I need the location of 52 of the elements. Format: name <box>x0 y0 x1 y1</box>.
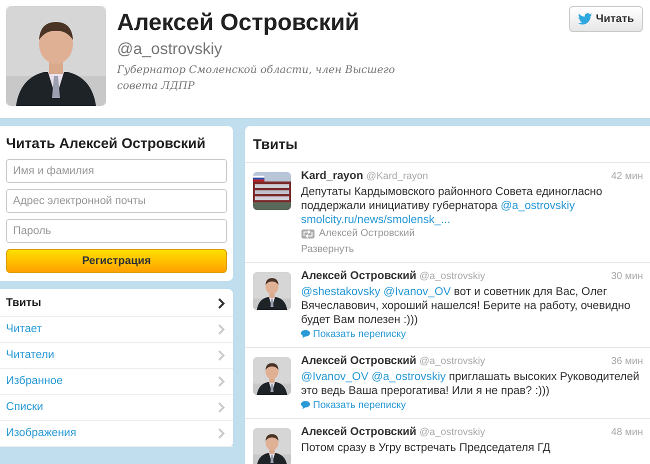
expand-link[interactable]: Развернуть <box>301 243 354 256</box>
nav-item[interactable]: Списки <box>0 395 233 421</box>
retweet-icon <box>301 229 315 239</box>
tweet-time: 48 мин <box>611 426 643 440</box>
nav-item[interactable]: Твиты <box>0 291 233 317</box>
author-handle: @a_ostrovskiy <box>419 355 486 369</box>
profile-bio: Губернатор Смоленской области, член Высшего совета ЛДПР <box>117 63 396 94</box>
follow-button[interactable]: Читать <box>568 6 643 32</box>
author-name: Алексей Островский <box>301 425 416 439</box>
tweet-time: 42 мин <box>611 170 643 184</box>
author-handle: @Kard_rayon <box>366 170 428 184</box>
tweet-link[interactable]: @shestakovsky <box>301 286 380 298</box>
nav-item[interactable]: Изображения <box>0 421 233 447</box>
tweet-link[interactable]: @Ivanov_OV <box>383 286 451 298</box>
profile-handle: @a_ostrovskiy <box>117 41 224 59</box>
author-name: Алексей Островский <box>301 354 416 368</box>
conversation-link[interactable]: Показать переписку <box>301 328 406 340</box>
chevron-icon <box>218 298 225 309</box>
profile-name: Алексей Островский <box>117 8 360 36</box>
input-field[interactable]: Адрес электронной почты <box>6 189 227 213</box>
conversation-link[interactable]: Показать переписку <box>301 398 406 412</box>
author-handle: @a_ostrovskiy <box>419 270 486 284</box>
nav-item[interactable]: Избранное <box>0 369 233 395</box>
speech-bubble-icon <box>301 401 310 409</box>
tweet-time: 30 мин <box>611 270 643 284</box>
tweet-text: @shestakovsky @Ivanov_OV вот и советник для Вас, Олег Вячеславович, хороший нашелся! Берите на работу, очевидно будет Вам полезен :))) <box>301 285 632 327</box>
author-name: Алексей Островский <box>301 269 416 283</box>
tweet-time: 36 мин <box>611 355 643 369</box>
tweet-link[interactable]: @a_ostrovskiy <box>372 371 446 383</box>
speech-bubble-icon <box>301 330 310 338</box>
input-field[interactable]: Имя и фамилия <box>6 159 227 183</box>
timeline-title: Твиты <box>245 126 650 163</box>
input-field[interactable]: Пароль <box>6 219 227 243</box>
retweeted-by: Алексей Островский <box>319 227 415 241</box>
register-button[interactable]: Регистрация <box>6 249 227 273</box>
tweet-link[interactable]: @a_ostrovskiy <box>500 200 575 212</box>
tweet-text: Потом сразу в Угру встречать Председателя ГД <box>301 441 552 455</box>
author-name: Kard_rayon <box>301 169 364 183</box>
bird-icon <box>578 13 592 25</box>
chevron-icon <box>218 402 225 413</box>
tweet-text: @Ivanov_OV @a_ostrovskiy приглашать высоких Руководителей это ведь Ваша прерогатива! Или я не прав? :))) <box>301 370 640 398</box>
tweet-text: Депутаты Кардымовского районного Совета единогласно поддержали инициативу губернатора @a_ostrovskiy smolcity.ru/news/smolensk_... <box>301 185 604 227</box>
tweet-link[interactable]: smolcity.ru/news/smolensk_... <box>301 214 450 226</box>
tweet-link[interactable]: @Ivanov_OV <box>301 371 368 383</box>
chevron-icon <box>218 428 225 439</box>
chevron-icon <box>218 324 225 335</box>
chevron-icon <box>218 376 225 387</box>
chevron-icon <box>218 350 225 361</box>
author-handle: @a_ostrovskiy <box>419 426 486 440</box>
signup-title: Читать Алексей Островский <box>6 136 206 153</box>
nav-item[interactable]: Читает <box>0 317 233 343</box>
nav-item[interactable]: Читатели <box>0 343 233 369</box>
